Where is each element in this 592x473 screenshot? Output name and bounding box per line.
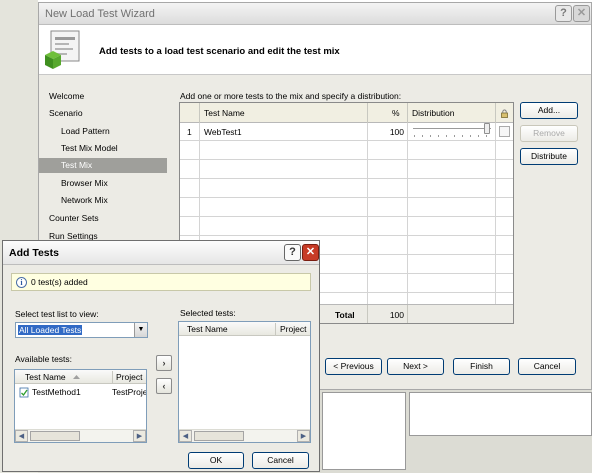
scroll-right-icon[interactable]: ▶: [133, 430, 146, 442]
dialog-title-bar[interactable]: Add Tests ? ✕: [3, 241, 319, 265]
arrow-left-icon[interactable]: ‹: [156, 378, 172, 394]
info-text: 0 test(s) added: [31, 277, 88, 287]
nav-item-browser-mix[interactable]: Browser Mix: [39, 176, 167, 191]
cancel-button[interactable]: Cancel: [518, 358, 576, 375]
sort-arrow-icon: [73, 375, 80, 379]
available-col-name[interactable]: Test Name: [25, 372, 66, 382]
info-bar: i 0 test(s) added: [11, 273, 311, 291]
selected-col-name[interactable]: Test Name: [187, 324, 228, 334]
row-percent[interactable]: 100: [370, 127, 404, 137]
total-label: Total: [335, 310, 355, 320]
wizard-title-bar[interactable]: New Load Test Wizard ? ✕: [39, 3, 591, 25]
test-method-icon: [19, 387, 29, 398]
background-pane: [322, 392, 406, 470]
available-tests-label: Available tests:: [15, 354, 73, 364]
selected-tests-list[interactable]: Test Name Project ◀ ▶: [178, 321, 311, 443]
lock-checkbox[interactable]: [499, 126, 510, 137]
add-button[interactable]: Add...: [520, 102, 578, 119]
wizard-header: Add tests to a load test scenario and ed…: [39, 25, 591, 75]
horizontal-scrollbar[interactable]: ◀ ▶: [15, 429, 146, 442]
chevron-down-icon[interactable]: ▼: [134, 323, 147, 337]
available-col-project[interactable]: Project: [116, 372, 142, 382]
distribute-button[interactable]: Distribute: [520, 148, 578, 165]
col-test-name[interactable]: Test Name: [204, 108, 245, 118]
lock-icon: [501, 109, 508, 118]
available-list-header: Test Name Project: [15, 370, 146, 384]
scroll-thumb[interactable]: [30, 431, 80, 441]
test-list-value: All Loaded Tests: [18, 325, 83, 335]
row-test-name[interactable]: WebTest1: [204, 127, 242, 137]
remove-button[interactable]: Remove: [520, 125, 578, 142]
nav-item-test-mix[interactable]: Test Mix: [39, 158, 167, 173]
finish-button[interactable]: Finish: [453, 358, 510, 375]
info-icon: i: [16, 277, 27, 288]
test-list-combo[interactable]: All Loaded Tests ▼: [15, 322, 148, 338]
col-percent[interactable]: %: [392, 108, 400, 118]
help-icon[interactable]: ?: [284, 244, 301, 261]
previous-button[interactable]: < Previous: [325, 358, 382, 375]
dialog-cancel-button[interactable]: Cancel: [252, 452, 309, 469]
available-item-name: TestMethod1: [32, 387, 81, 397]
dialog-title: Add Tests: [9, 247, 59, 259]
horizontal-scrollbar[interactable]: ◀ ▶: [179, 429, 310, 442]
available-tests-list[interactable]: Test Name Project TestMethod1 TestProjec…: [14, 369, 147, 443]
select-list-label: Select test list to view:: [15, 309, 99, 319]
ok-button[interactable]: OK: [188, 452, 244, 469]
nav-item-test-mix-model[interactable]: Test Mix Model: [39, 141, 167, 156]
arrow-right-icon[interactable]: ›: [156, 355, 172, 371]
available-item-project: TestProject: [112, 387, 146, 397]
help-icon[interactable]: ?: [555, 5, 572, 22]
add-tests-dialog: Add Tests ? ✕ i 0 test(s) added Select t…: [2, 240, 320, 472]
wizard-title: New Load Test Wizard: [45, 8, 155, 20]
total-value: 100: [389, 310, 404, 320]
nav-item-network-mix[interactable]: Network Mix: [39, 193, 167, 208]
selected-list-header: Test Name Project: [179, 322, 310, 336]
next-button[interactable]: Next >: [387, 358, 444, 375]
grid-header: Test Name % Distribution: [180, 103, 513, 123]
scroll-right-icon[interactable]: ▶: [297, 430, 310, 442]
nav-item-counter-sets[interactable]: Counter Sets: [39, 211, 167, 226]
scroll-thumb[interactable]: [194, 431, 244, 441]
close-icon[interactable]: ✕: [573, 5, 590, 22]
nav-item-scenario[interactable]: Scenario: [39, 106, 167, 121]
wizard-icon: [45, 30, 80, 69]
test-mix-description: Add one or more tests to the mix and spe…: [180, 91, 402, 101]
close-icon[interactable]: ✕: [302, 244, 319, 261]
selected-tests-label: Selected tests:: [180, 308, 236, 318]
col-distribution[interactable]: Distribution: [412, 108, 455, 118]
scroll-left-icon[interactable]: ◀: [15, 430, 28, 442]
selected-col-project[interactable]: Project: [280, 324, 306, 334]
wizard-header-text: Add tests to a load test scenario and ed…: [99, 46, 340, 57]
row-number: 1: [187, 127, 192, 137]
distribution-slider-thumb[interactable]: [484, 123, 490, 134]
nav-item-load-pattern[interactable]: Load Pattern: [39, 124, 167, 139]
list-item[interactable]: TestMethod1 TestProject: [15, 385, 146, 399]
slider-ticks: [414, 135, 487, 137]
background-pane: [409, 392, 592, 436]
distribution-slider[interactable]: [413, 128, 491, 131]
scroll-left-icon[interactable]: ◀: [179, 430, 192, 442]
nav-item-welcome[interactable]: Welcome: [39, 89, 167, 104]
